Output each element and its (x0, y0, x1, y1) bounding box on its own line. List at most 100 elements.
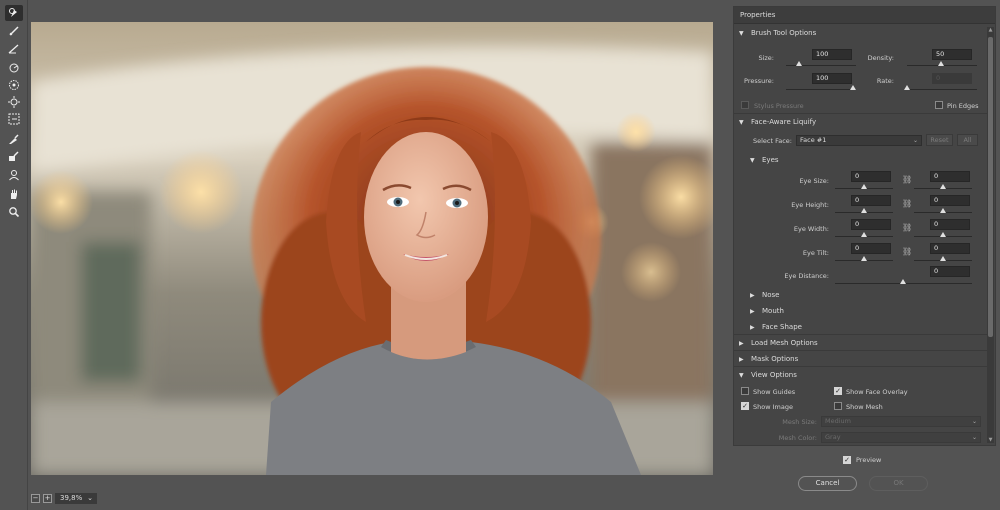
show-face-overlay-checkbox[interactable]: ✓ (834, 387, 842, 395)
eye-height-left-input[interactable]: 0 (851, 195, 891, 206)
cancel-button[interactable]: Cancel (798, 476, 857, 491)
portrait-photo[interactable] (31, 22, 713, 475)
scroll-down-icon[interactable]: ▼ (987, 437, 994, 443)
triangle-down-icon: ▼ (739, 118, 744, 126)
pressure-input[interactable]: 100 (812, 73, 852, 84)
mesh-size-dropdown[interactable]: Medium ⌄ (821, 416, 981, 427)
scroll-up-icon[interactable]: ▲ (987, 27, 994, 33)
mesh-color-label: Mesh Color: (778, 434, 817, 442)
select-face-dropdown[interactable]: Face #1 ⌄ (796, 135, 922, 146)
triangle-right-icon: ▶ (739, 355, 744, 363)
smooth-icon[interactable] (5, 40, 23, 56)
link-icon[interactable]: ⛓ (902, 223, 912, 233)
rate-input[interactable]: 0 (932, 73, 972, 84)
link-icon[interactable]: ⛓ (902, 247, 912, 257)
view-options-header[interactable]: ▼ View Options (739, 369, 797, 381)
preview-toggle[interactable]: ✓ Preview (843, 456, 881, 464)
forward-warp-icon[interactable] (5, 5, 23, 21)
zoom-icon[interactable] (5, 204, 23, 220)
eye-height-right-thumb[interactable] (940, 208, 946, 213)
eye-distance-thumb[interactable] (900, 279, 906, 284)
chevron-down-icon: ⌄ (971, 434, 977, 441)
stylus-pressure-label: Stylus Pressure (754, 102, 804, 110)
rate-slider-thumb[interactable] (904, 85, 910, 90)
stylus-pressure-checkbox[interactable] (741, 101, 749, 109)
face-aware-header[interactable]: ▼ Face-Aware Liquify (739, 116, 816, 128)
size-slider-thumb[interactable] (796, 61, 802, 66)
mesh-color-dropdown[interactable]: Gray ⌄ (821, 432, 981, 443)
rate-label: Rate: (876, 77, 894, 85)
show-mesh-label: Show Mesh (846, 403, 883, 411)
eye-width-right-thumb[interactable] (940, 232, 946, 237)
size-label: Size: (758, 54, 774, 62)
pin-edges-checkbox[interactable] (935, 101, 943, 109)
push-left-icon[interactable] (5, 111, 23, 127)
mesh-size-label: Mesh Size: (782, 418, 817, 426)
eye-width-left-thumb[interactable] (861, 232, 867, 237)
triangle-right-icon: ▶ (739, 339, 744, 347)
show-guides-checkbox[interactable] (741, 387, 749, 395)
show-face-overlay-label: Show Face Overlay (846, 388, 908, 396)
panel-scrollbar[interactable]: ▲ ▼ (987, 27, 994, 443)
eye-height-left-thumb[interactable] (861, 208, 867, 213)
zoom-level-field[interactable]: 39,8% ⌄ (55, 492, 97, 504)
eyes-header[interactable]: ▼ Eyes (750, 154, 779, 166)
show-mesh-checkbox[interactable] (834, 402, 842, 410)
brush-options-header[interactable]: ▼ Brush Tool Options (739, 27, 816, 39)
eye-distance-input[interactable]: 0 (930, 266, 970, 277)
eye-size-right-input[interactable]: 0 (930, 171, 970, 182)
eye-size-label: Eye Size: (799, 177, 829, 185)
face-tool-icon[interactable] (5, 167, 23, 183)
hand-icon[interactable] (5, 186, 23, 202)
eye-tilt-right-input[interactable]: 0 (930, 243, 970, 254)
eye-width-left-input[interactable]: 0 (851, 219, 891, 230)
preview-label: Preview (856, 456, 882, 464)
properties-panel: Properties ▼ Brush Tool Options Size: 10… (733, 6, 996, 446)
pressure-slider-thumb[interactable] (850, 85, 856, 90)
all-button[interactable]: All (957, 134, 978, 146)
bloat-icon[interactable] (5, 94, 23, 110)
scrollbar-thumb[interactable] (988, 37, 993, 337)
eye-height-right-input[interactable]: 0 (930, 195, 970, 206)
eye-size-left-thumb[interactable] (861, 184, 867, 189)
pressure-slider-track[interactable] (786, 89, 856, 90)
show-image-checkbox[interactable]: ✓ (741, 402, 749, 410)
eye-size-left-input[interactable]: 0 (851, 171, 891, 182)
preview-checkbox[interactable]: ✓ (843, 456, 851, 464)
eye-tilt-left-thumb[interactable] (861, 256, 867, 261)
zoom-in-button[interactable]: + (43, 493, 52, 503)
density-input[interactable]: 50 (932, 49, 972, 60)
size-input[interactable]: 100 (812, 49, 852, 60)
show-image-label: Show Image (753, 403, 793, 411)
triangle-right-icon: ▶ (750, 307, 755, 315)
face-shape-header[interactable]: ▶ Face Shape (750, 321, 802, 333)
eye-width-right-input[interactable]: 0 (930, 219, 970, 230)
ok-button[interactable]: OK (869, 476, 928, 491)
zoom-level-value: 39,8% (60, 494, 83, 502)
thaw-mask-icon[interactable] (5, 148, 23, 164)
zoom-out-button[interactable]: − (31, 493, 40, 503)
zoom-controls: − + 39,8% ⌄ (31, 492, 97, 504)
pucker-icon[interactable] (5, 77, 23, 93)
tool-bar (0, 0, 28, 510)
link-icon[interactable]: ⛓ (902, 175, 912, 185)
triangle-down-icon: ▼ (739, 371, 744, 379)
link-icon[interactable]: ⛓ (902, 199, 912, 209)
load-mesh-header[interactable]: ▶ Load Mesh Options (739, 337, 818, 349)
rate-slider-track[interactable] (907, 89, 977, 90)
eye-size-right-thumb[interactable] (940, 184, 946, 189)
eye-distance-label: Eye Distance: (784, 272, 829, 280)
eye-tilt-right-thumb[interactable] (940, 256, 946, 261)
mask-options-header[interactable]: ▶ Mask Options (739, 353, 798, 365)
chevron-down-icon: ⌄ (971, 418, 977, 425)
reconstruct-icon[interactable] (5, 23, 23, 39)
twirl-icon[interactable] (5, 60, 23, 76)
chevron-down-icon: ⌄ (87, 494, 93, 502)
density-slider-thumb[interactable] (938, 61, 944, 66)
nose-header[interactable]: ▶ Nose (750, 289, 779, 301)
freeze-mask-icon[interactable] (5, 131, 23, 147)
eye-tilt-left-input[interactable]: 0 (851, 243, 891, 254)
mouth-header[interactable]: ▶ Mouth (750, 305, 784, 317)
reset-button[interactable]: Reset (926, 134, 953, 146)
chevron-down-icon: ⌄ (912, 137, 918, 144)
